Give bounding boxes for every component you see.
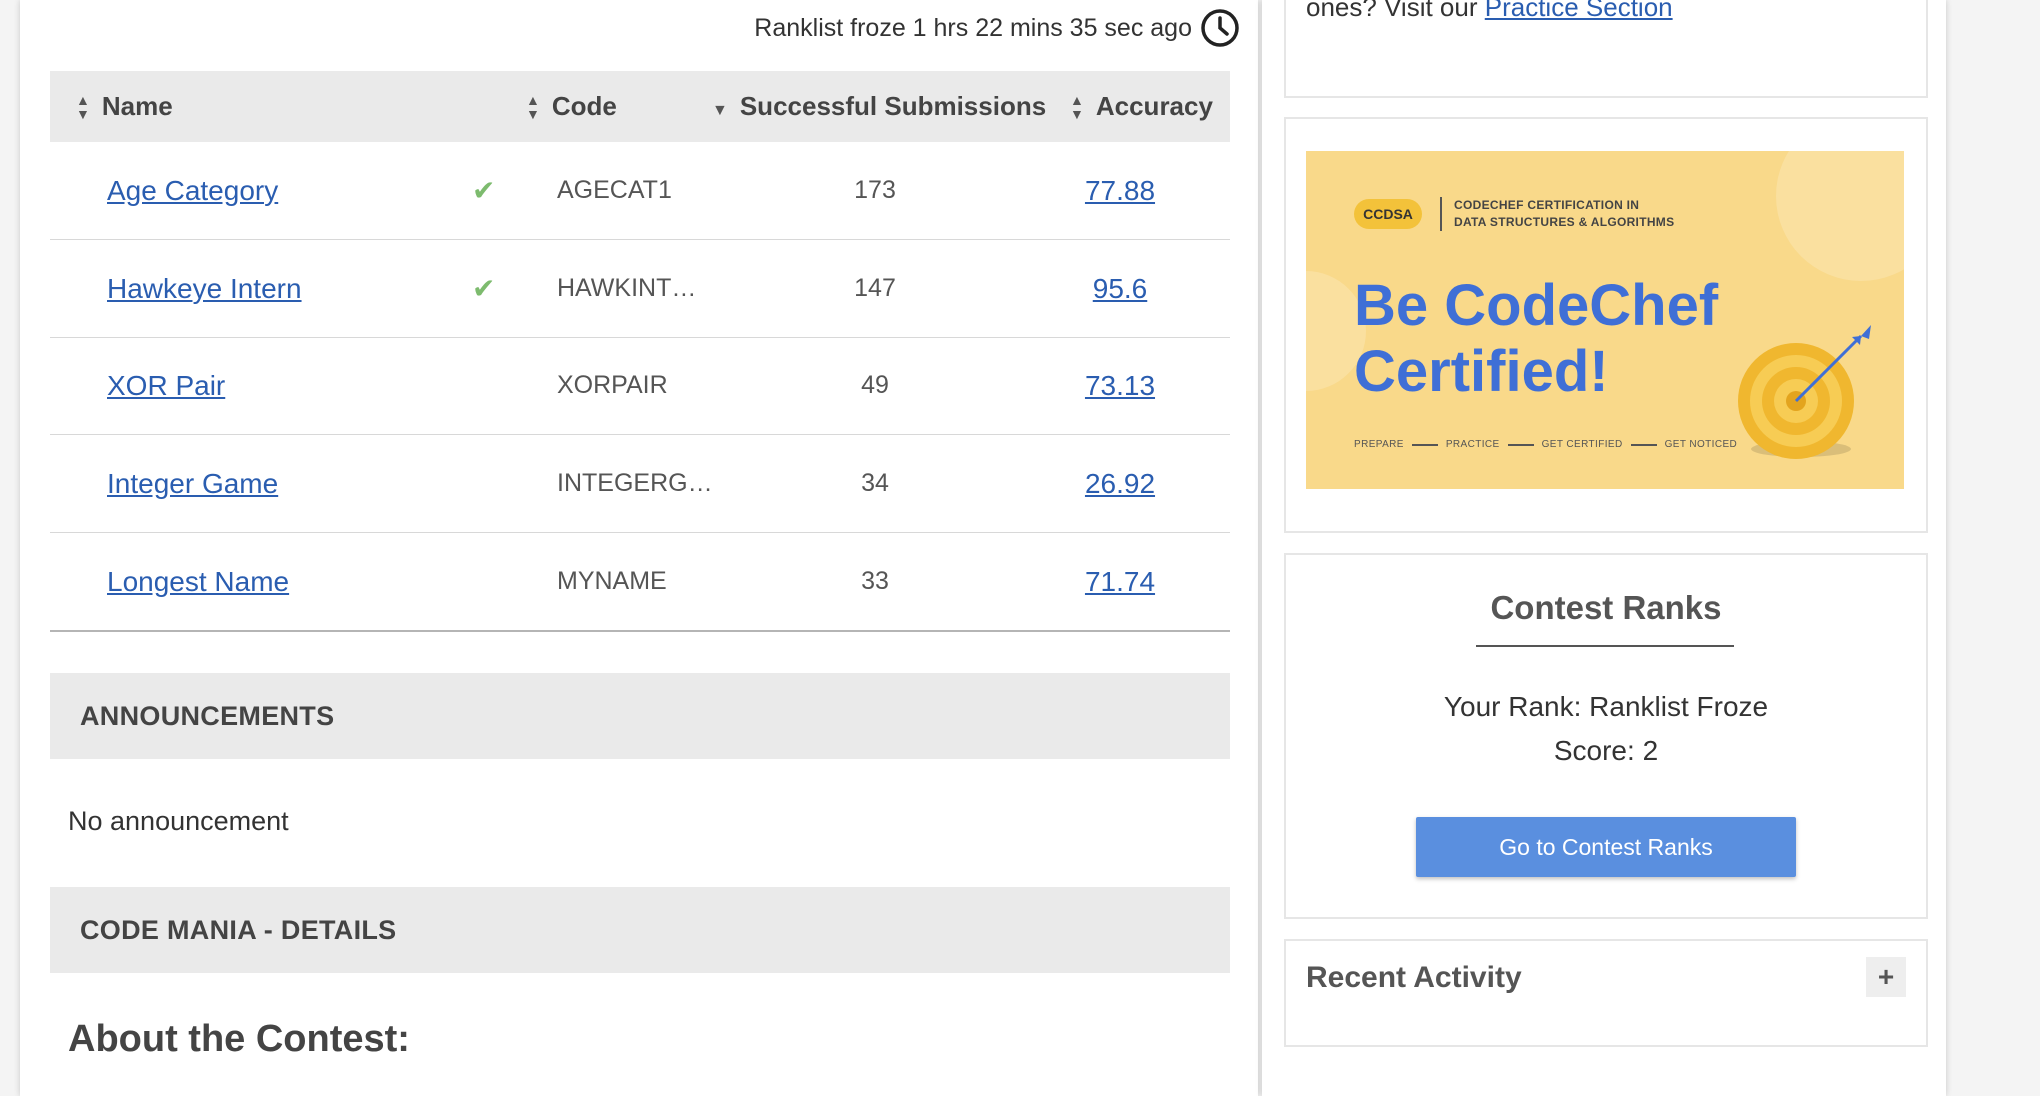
accuracy-link[interactable]: 95.6 [1093,273,1148,305]
practice-section-link[interactable]: Practice Section [1485,0,1673,22]
solved-check-icon: ✔ [472,175,496,206]
details-title: CODE MANIA - DETAILS [80,914,397,945]
practice-text: ones? Visit our Practice Section [1306,0,1673,23]
accuracy-link[interactable]: 71.74 [1085,566,1155,598]
expand-plus-icon[interactable]: + [1866,957,1906,997]
ccdsa-banner[interactable]: CCDSA CODECHEF CERTIFICATION IN DATA STR… [1306,151,1904,489]
contest-ranks-box: Contest Ranks Your Rank: Ranklist Froze … [1284,553,1928,919]
announcements-title: ANNOUNCEMENTS [80,700,335,731]
details-header: CODE MANIA - DETAILS [50,887,1230,973]
banner-steps: PREPARE PRACTICE GET CERTIFIED GET NOTIC… [1354,439,1737,450]
announcements-header: ANNOUNCEMENTS [50,673,1230,759]
problems-table-header: ▲ ▼ Name ▲ ▼ Code ▼ Successful Submissions… [50,71,1230,142]
banner-headline: Be CodeChef Certified! [1354,273,1718,405]
cert-line-2: DATA STRUCTURES & ALGORITHMS [1454,215,1675,229]
problem-code: INTEGERG… [557,469,713,497]
step-label: PRACTICE [1445,439,1500,450]
cert-line-1: CODECHEF CERTIFICATION IN [1454,198,1640,212]
accuracy-column-header[interactable]: ▲ ▼ Accuracy [1070,71,1213,142]
successful-submissions: 33 [861,567,889,595]
contest-main-panel: Ranklist froze 1 hrs 22 mins 35 sec ago … [20,0,1258,1096]
accuracy-link[interactable]: 26.92 [1085,468,1155,500]
submissions-column-header[interactable]: ▼ Successful Submissions [712,71,1046,142]
score-text: Score: 2 [1553,735,1659,766]
table-row: XOR Pair XORPAIR 49 73.13 [50,337,1230,435]
clock-icon [1201,9,1239,47]
recent-activity-title: Recent Activity [1306,961,1522,994]
name-header-label: Name [101,91,173,121]
sort-icon: ▲ ▼ [76,91,90,122]
target-icon [1738,325,1871,459]
recent-activity-box: Recent Activity + [1284,939,1928,1047]
solved-check-icon: ✔ [472,273,496,304]
accuracy-link[interactable]: 77.88 [1085,175,1155,207]
problem-name-link[interactable]: XOR Pair [107,370,225,402]
sort-icon: ▲ ▼ [526,91,540,122]
sort-icon: ▲ ▼ [1070,91,1084,122]
successful-submissions: 49 [861,371,889,399]
step-label: GET CERTIFIED [1541,439,1623,450]
problem-name-link[interactable]: Longest Name [107,566,289,598]
table-row: Hawkeye Intern ✔ HAWKINT… 147 95.6 [50,240,1230,338]
ccdsa-badge: CCDSA [1354,199,1422,229]
accuracy-header-label: Accuracy [1095,91,1213,121]
announcement-text: No announcement [68,806,289,836]
successful-submissions: 173 [854,176,896,204]
ranklist-freeze-status: Ranklist froze 1 hrs 22 mins 35 sec ago [754,9,1240,47]
code-column-header[interactable]: ▲ ▼ Code [526,71,617,142]
problem-code: MYNAME [557,567,667,595]
title-underline [1476,645,1734,647]
ranklist-freeze-text: Ranklist froze 1 hrs 22 mins 35 sec ago [754,13,1192,42]
successful-submissions: 34 [861,469,889,497]
problem-name-link[interactable]: Age Category [107,175,278,207]
code-header-label: Code [551,91,617,121]
table-row: Longest Name MYNAME 33 71.74 [50,533,1230,632]
successful-submissions: 147 [854,274,896,302]
about-contest-heading: About the Contest: [68,1018,410,1060]
headline-line-1: Be CodeChef [1354,273,1719,338]
problem-code: XORPAIR [557,371,668,399]
practice-prefix: ones? Visit our [1306,0,1485,22]
go-to-contest-ranks-button[interactable]: Go to Contest Ranks [1416,817,1796,877]
name-column-header[interactable]: ▲ ▼ Name [76,71,173,142]
headline-line-2: Certified! [1354,339,1609,404]
step-label: PREPARE [1354,439,1404,450]
sort-desc-icon: ▼ [712,101,728,119]
table-row: Integer Game INTEGERG… 34 26.92 [50,435,1230,533]
problem-code: AGECAT1 [557,176,672,204]
your-rank-text: Your Rank: Ranklist Froze [1443,691,1769,722]
practice-box: ones? Visit our Practice Section [1284,0,1928,98]
accuracy-link[interactable]: 73.13 [1085,370,1155,402]
problem-name-link[interactable]: Hawkeye Intern [107,273,302,305]
problem-code: HAWKINT… [557,274,697,302]
table-row: Age Category ✔ AGECAT1 173 77.88 [50,142,1230,240]
submissions-header-label: Successful Submissions [739,91,1047,121]
problem-name-link[interactable]: Integer Game [107,468,278,500]
contest-ranks-title: Contest Ranks [1490,589,1722,626]
certification-box: CCDSA CODECHEF CERTIFICATION IN DATA STR… [1284,117,1928,533]
